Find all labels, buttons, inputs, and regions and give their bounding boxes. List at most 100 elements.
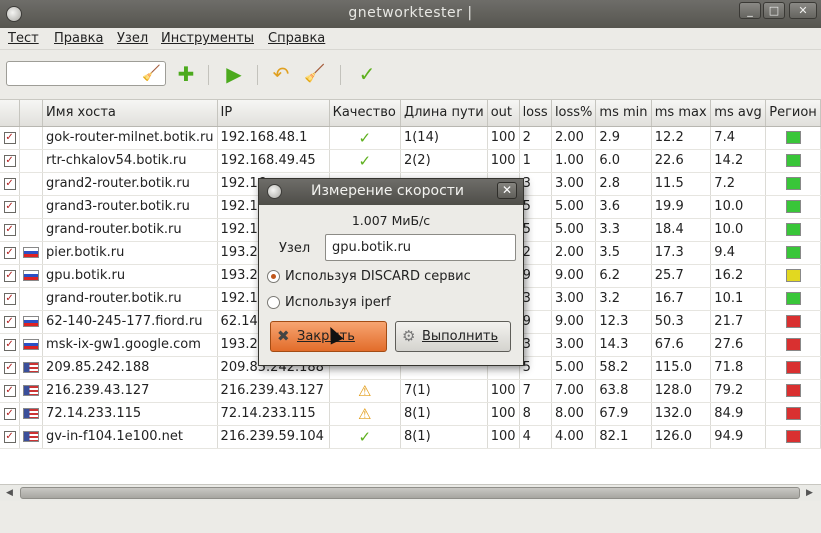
scroll-right-icon[interactable]: ▶	[806, 488, 813, 498]
row-checkbox[interactable]: ✓	[3, 131, 16, 144]
region-cell	[765, 172, 821, 196]
cell-lossp: 8.00	[551, 402, 597, 426]
horizontal-scrollbar[interactable]: ◀ ▶	[0, 484, 821, 501]
cell-avg: 7.4	[710, 126, 767, 150]
radio-unselected-icon[interactable]	[267, 296, 280, 309]
region-indicator	[785, 223, 801, 236]
column-header[interactable]: ms max	[651, 100, 712, 127]
row-checkbox-cell[interactable]: ✓	[0, 149, 21, 173]
row-checkbox[interactable]: ✓	[3, 430, 16, 443]
column-header[interactable]: Длина пути	[400, 100, 488, 127]
region-cell	[765, 218, 821, 242]
cell-loss: 8	[519, 402, 552, 426]
flag-cell	[19, 149, 44, 173]
clear-broom-icon[interactable]: 🧹	[301, 61, 329, 89]
row-checkbox[interactable]: ✓	[3, 269, 16, 282]
cell-host: gv-in-f104.1e100.net	[42, 425, 218, 449]
row-checkbox-cell[interactable]: ✓	[0, 126, 21, 150]
row-checkbox[interactable]: ✓	[3, 246, 16, 259]
table-row[interactable]: ✓ 72.14.233.115 72.14.233.115 ⚠ 8(1) 100 8 8.00…	[0, 402, 821, 426]
row-checkbox-cell[interactable]: ✓	[0, 402, 21, 426]
host-combo[interactable]: 🧹	[6, 61, 166, 86]
cell-min: 63.8	[595, 379, 652, 403]
flag-cell	[19, 172, 44, 196]
region-cell	[765, 379, 821, 403]
cell-lossp: 5.00	[551, 356, 597, 380]
flag-cell	[19, 333, 44, 357]
column-header[interactable]	[19, 100, 44, 127]
row-checkbox-cell[interactable]: ✓	[0, 218, 21, 242]
maximize-button[interactable]: □	[763, 2, 785, 19]
column-header[interactable]: loss	[519, 100, 552, 127]
row-checkbox[interactable]: ✓	[3, 177, 16, 190]
menu-help[interactable]: Справка	[268, 31, 325, 46]
add-host-icon[interactable]: ✚	[172, 61, 200, 89]
row-checkbox[interactable]: ✓	[3, 315, 16, 328]
menu-edit[interactable]: Правка	[54, 31, 103, 46]
row-checkbox[interactable]: ✓	[3, 292, 16, 305]
row-checkbox[interactable]: ✓	[3, 338, 16, 351]
column-header[interactable]: ms avg	[710, 100, 767, 127]
undo-icon[interactable]: ↶	[267, 61, 295, 89]
play-icon[interactable]: ▶	[220, 61, 248, 89]
region-cell	[765, 356, 821, 380]
radio-iperf[interactable]: Используя iperf	[267, 295, 391, 310]
menu-tools[interactable]: Инструменты	[161, 31, 254, 46]
row-checkbox-cell[interactable]: ✓	[0, 310, 21, 334]
row-checkbox[interactable]: ✓	[3, 154, 16, 167]
column-header[interactable]	[0, 100, 21, 127]
radio-discard[interactable]: Используя DISCARD сервис	[267, 269, 471, 284]
menu-test[interactable]: Тест	[8, 31, 39, 46]
column-header[interactable]: Имя хоста	[42, 100, 218, 127]
row-checkbox[interactable]: ✓	[3, 361, 16, 374]
row-checkbox-cell[interactable]: ✓	[0, 287, 21, 311]
row-checkbox-cell[interactable]: ✓	[0, 333, 21, 357]
run-button[interactable]: ⚙ Выполнить	[395, 321, 511, 352]
row-checkbox-cell[interactable]: ✓	[0, 195, 21, 219]
clear-broom-icon[interactable]: 🧹	[142, 64, 161, 82]
status-area	[0, 501, 821, 533]
region-indicator	[785, 269, 801, 282]
radio-selected-icon[interactable]	[267, 270, 280, 283]
row-checkbox[interactable]: ✓	[3, 200, 16, 213]
cell-min: 3.2	[595, 287, 652, 311]
row-checkbox-cell[interactable]: ✓	[0, 172, 21, 196]
row-checkbox-cell[interactable]: ✓	[0, 356, 21, 380]
table-row[interactable]: ✓ gv-in-f104.1e100.net 216.239.59.104 ✓ 8(1)…	[0, 425, 821, 449]
minimize-button[interactable]: _	[739, 2, 761, 19]
host-input[interactable]: gpu.botik.ru	[325, 234, 516, 261]
column-header[interactable]: IP	[217, 100, 330, 127]
row-checkbox-cell[interactable]: ✓	[0, 264, 21, 288]
row-checkbox[interactable]: ✓	[3, 223, 16, 236]
scroll-left-icon[interactable]: ◀	[6, 488, 13, 498]
flag-cell	[19, 241, 44, 265]
menu-node[interactable]: Узел	[117, 31, 148, 46]
cell-lossp: 5.00	[551, 218, 597, 242]
cell-lossp: 4.00	[551, 425, 597, 449]
cell-max: 17.3	[651, 241, 712, 265]
check-icon[interactable]: ✓	[353, 61, 381, 89]
row-checkbox-cell[interactable]: ✓	[0, 241, 21, 265]
column-header[interactable]: out	[487, 100, 520, 127]
row-checkbox-cell[interactable]: ✓	[0, 379, 21, 403]
table-row[interactable]: ✓ gok-router-milnet.botik.ru 192.168.48.1 ✓…	[0, 126, 821, 150]
cell-host: grand-router.botik.ru	[42, 218, 218, 242]
scrollbar-thumb[interactable]	[20, 487, 800, 499]
column-header[interactable]: ms min	[595, 100, 652, 127]
cell-host: rtr-chkalov54.botik.ru	[42, 149, 218, 173]
dialog-close-icon[interactable]: ✕	[497, 182, 517, 199]
flag-cell	[19, 195, 44, 219]
close-window-button[interactable]: ✕	[789, 2, 817, 19]
region-cell	[765, 333, 821, 357]
row-checkbox-cell[interactable]: ✓	[0, 425, 21, 449]
cell-avg: 27.6	[710, 333, 767, 357]
row-checkbox[interactable]: ✓	[3, 407, 16, 420]
flag-us-icon	[23, 431, 40, 442]
column-header[interactable]: Регион	[765, 100, 821, 127]
table-row[interactable]: ✓ rtr-chkalov54.botik.ru 192.168.49.45 ✓ 2(2…	[0, 149, 821, 173]
row-checkbox[interactable]: ✓	[3, 384, 16, 397]
column-header[interactable]: Качество	[329, 100, 401, 127]
column-header[interactable]: loss%	[551, 100, 597, 127]
cell-host: grand-router.botik.ru	[42, 287, 218, 311]
table-row[interactable]: ✓ 216.239.43.127 216.239.43.127 ⚠ 7(1) 100 7 7.…	[0, 379, 821, 403]
